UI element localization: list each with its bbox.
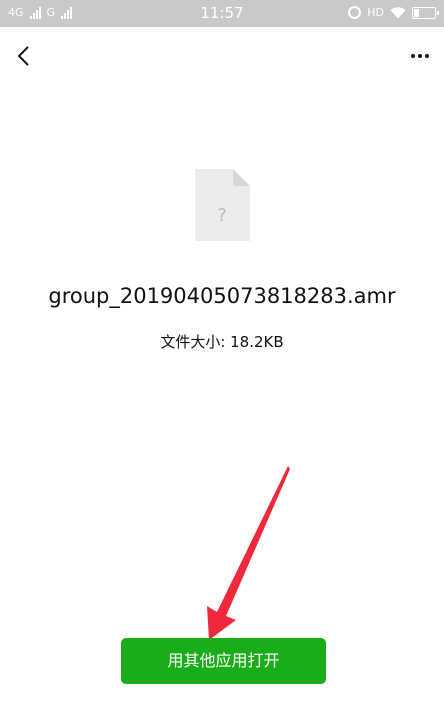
back-button[interactable] xyxy=(6,38,42,74)
wifi-icon xyxy=(390,6,406,18)
file-size: 文件大小: 18.2KB xyxy=(160,333,284,351)
more-dot xyxy=(425,54,429,58)
alarm-icon xyxy=(348,6,362,19)
file-icon-glyph: ? xyxy=(217,205,227,226)
more-button[interactable] xyxy=(404,40,436,72)
open-with-other-app-button[interactable]: 用其他应用打开 xyxy=(121,638,326,684)
status-bar: 4G G 11:57 HD xyxy=(0,0,444,27)
arrow-shape xyxy=(207,466,290,640)
chevron-left-icon xyxy=(17,46,29,66)
battery-icon xyxy=(412,6,439,19)
status-right: HD xyxy=(348,5,439,19)
annotation-arrow xyxy=(207,466,290,640)
battery-level xyxy=(414,8,419,17)
hd-label: HD xyxy=(367,5,384,19)
more-dot xyxy=(411,54,415,58)
unknown-file-icon: ? xyxy=(195,169,250,241)
more-dot xyxy=(418,54,422,58)
file-name: group_20190405073818283.amr xyxy=(48,284,396,308)
